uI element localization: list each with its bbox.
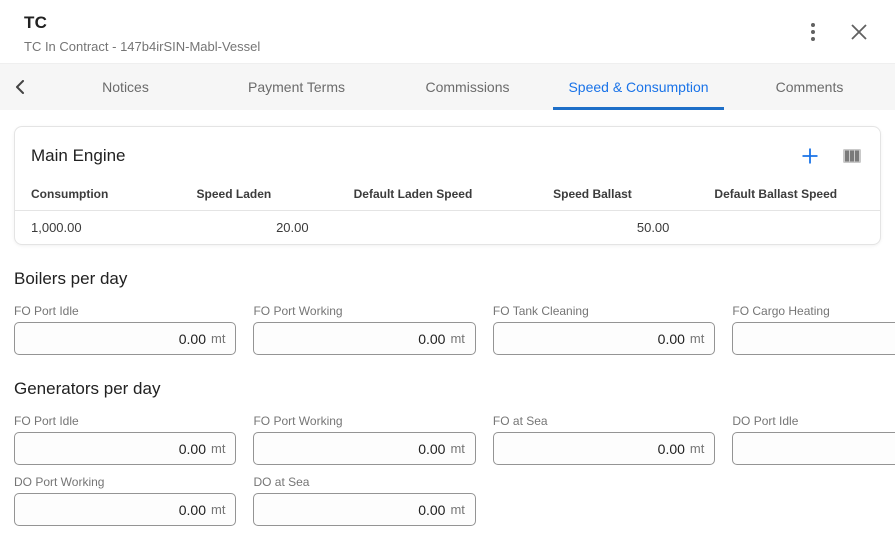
field-box: mt (253, 432, 475, 465)
field-label: DO at Sea (253, 475, 475, 489)
tc-dialog: TC TC In Contract - 147b4irSIN-Mabl-Vess… (0, 0, 895, 547)
main-engine-actions (798, 144, 864, 168)
boilers-field-grid: FO Port Idle mt FO Port Working mt FO Ta… (14, 304, 881, 355)
main-engine-table-header: Consumption Speed Laden Default Laden Sp… (15, 178, 880, 210)
cell-consumption[interactable]: 1,000.00 (31, 220, 197, 235)
field-box: mt (14, 322, 236, 355)
column-header-speed-ballast: Speed Ballast (553, 187, 714, 201)
generators-section-title: Generators per day (14, 379, 881, 399)
header-titles: TC TC In Contract - 147b4irSIN-Mabl-Vess… (24, 9, 260, 54)
field-box: mt (732, 432, 895, 465)
chevron-left-icon (15, 80, 25, 94)
unit-label: mt (211, 331, 225, 346)
page-title: TC (24, 13, 260, 33)
boilers-fo-tank-cleaning-input[interactable] (504, 331, 685, 347)
field-generators-do-port-working: DO Port Working mt (14, 475, 236, 526)
tabs-scroll-left-button[interactable] (0, 64, 40, 110)
unit-label: mt (211, 441, 225, 456)
kebab-menu-button[interactable] (801, 20, 825, 44)
speed-consumption-panel: Main Engine (0, 110, 895, 526)
field-label: FO Port Idle (14, 414, 236, 428)
column-header-consumption: Consumption (31, 187, 197, 201)
boilers-fo-port-idle-input[interactable] (25, 331, 206, 347)
unit-label: mt (211, 502, 225, 517)
field-generators-do-port-idle: DO Port Idle mt (732, 414, 895, 465)
view-columns-icon (843, 148, 861, 164)
field-label: FO Port Idle (14, 304, 236, 318)
field-generators-fo-port-idle: FO Port Idle mt (14, 414, 236, 465)
add-row-button[interactable] (798, 144, 822, 168)
main-engine-card: Main Engine (14, 126, 881, 245)
plus-icon (801, 147, 819, 165)
field-label: FO Port Working (253, 414, 475, 428)
field-box: mt (493, 432, 715, 465)
field-label: FO Port Working (253, 304, 475, 318)
boilers-fo-cargo-heating-input[interactable] (743, 331, 895, 347)
generators-do-port-working-input[interactable] (25, 502, 206, 518)
unit-label: mt (690, 441, 704, 456)
kebab-menu-icon (811, 23, 815, 41)
boilers-fo-port-working-input[interactable] (264, 331, 445, 347)
unit-label: mt (690, 331, 704, 346)
field-box: mt (732, 322, 895, 355)
field-box: mt (253, 322, 475, 355)
generators-do-port-idle-input[interactable] (743, 441, 895, 457)
close-button[interactable] (847, 20, 871, 44)
tab-bar: Notices Payment Terms Commissions Speed … (0, 63, 895, 110)
field-boilers-fo-port-idle: FO Port Idle mt (14, 304, 236, 355)
generators-do-at-sea-input[interactable] (264, 502, 445, 518)
field-label: FO at Sea (493, 414, 715, 428)
tab-notices[interactable]: Notices (40, 64, 211, 110)
field-box: mt (14, 493, 236, 526)
field-boilers-fo-port-working: FO Port Working mt (253, 304, 475, 355)
close-icon (850, 23, 868, 41)
field-label: FO Cargo Heating (732, 304, 895, 318)
cell-speed-laden[interactable]: 20.00 (197, 220, 354, 235)
field-generators-fo-at-sea: FO at Sea mt (493, 414, 715, 465)
field-box: mt (14, 432, 236, 465)
field-label: DO Port Working (14, 475, 236, 489)
unit-label: mt (450, 502, 464, 517)
table-row[interactable]: 1,000.00 20.00 50.00 (15, 210, 880, 244)
column-header-default-laden-speed: Default Laden Speed (354, 187, 554, 201)
generators-fo-port-working-input[interactable] (264, 441, 445, 457)
tab-comments[interactable]: Comments (724, 64, 895, 110)
field-boilers-fo-cargo-heating: FO Cargo Heating mt (732, 304, 895, 355)
generators-fo-at-sea-input[interactable] (504, 441, 685, 457)
header-actions (801, 20, 871, 44)
page-subtitle: TC In Contract - 147b4irSIN-Mabl-Vessel (24, 39, 260, 54)
generators-field-grid: FO Port Idle mt FO Port Working mt FO at… (14, 414, 881, 526)
column-header-default-ballast-speed: Default Ballast Speed (714, 187, 880, 201)
unit-label: mt (450, 331, 464, 346)
main-engine-title: Main Engine (31, 146, 126, 166)
field-generators-fo-port-working: FO Port Working mt (253, 414, 475, 465)
field-boilers-fo-tank-cleaning: FO Tank Cleaning mt (493, 304, 715, 355)
dialog-header: TC TC In Contract - 147b4irSIN-Mabl-Vess… (0, 0, 895, 63)
boilers-section-title: Boilers per day (14, 269, 881, 289)
tab-payment-terms[interactable]: Payment Terms (211, 64, 382, 110)
field-label: DO Port Idle (732, 414, 895, 428)
field-label: FO Tank Cleaning (493, 304, 715, 318)
field-box: mt (493, 322, 715, 355)
tab-commissions[interactable]: Commissions (382, 64, 553, 110)
tab-speed-consumption[interactable]: Speed & Consumption (553, 64, 724, 110)
main-engine-header: Main Engine (15, 127, 880, 178)
cell-speed-ballast[interactable]: 50.00 (553, 220, 714, 235)
field-generators-do-at-sea: DO at Sea mt (253, 475, 475, 526)
unit-label: mt (450, 441, 464, 456)
column-header-speed-laden: Speed Laden (197, 187, 354, 201)
generators-fo-port-idle-input[interactable] (25, 441, 206, 457)
field-box: mt (253, 493, 475, 526)
column-settings-button[interactable] (840, 144, 864, 168)
